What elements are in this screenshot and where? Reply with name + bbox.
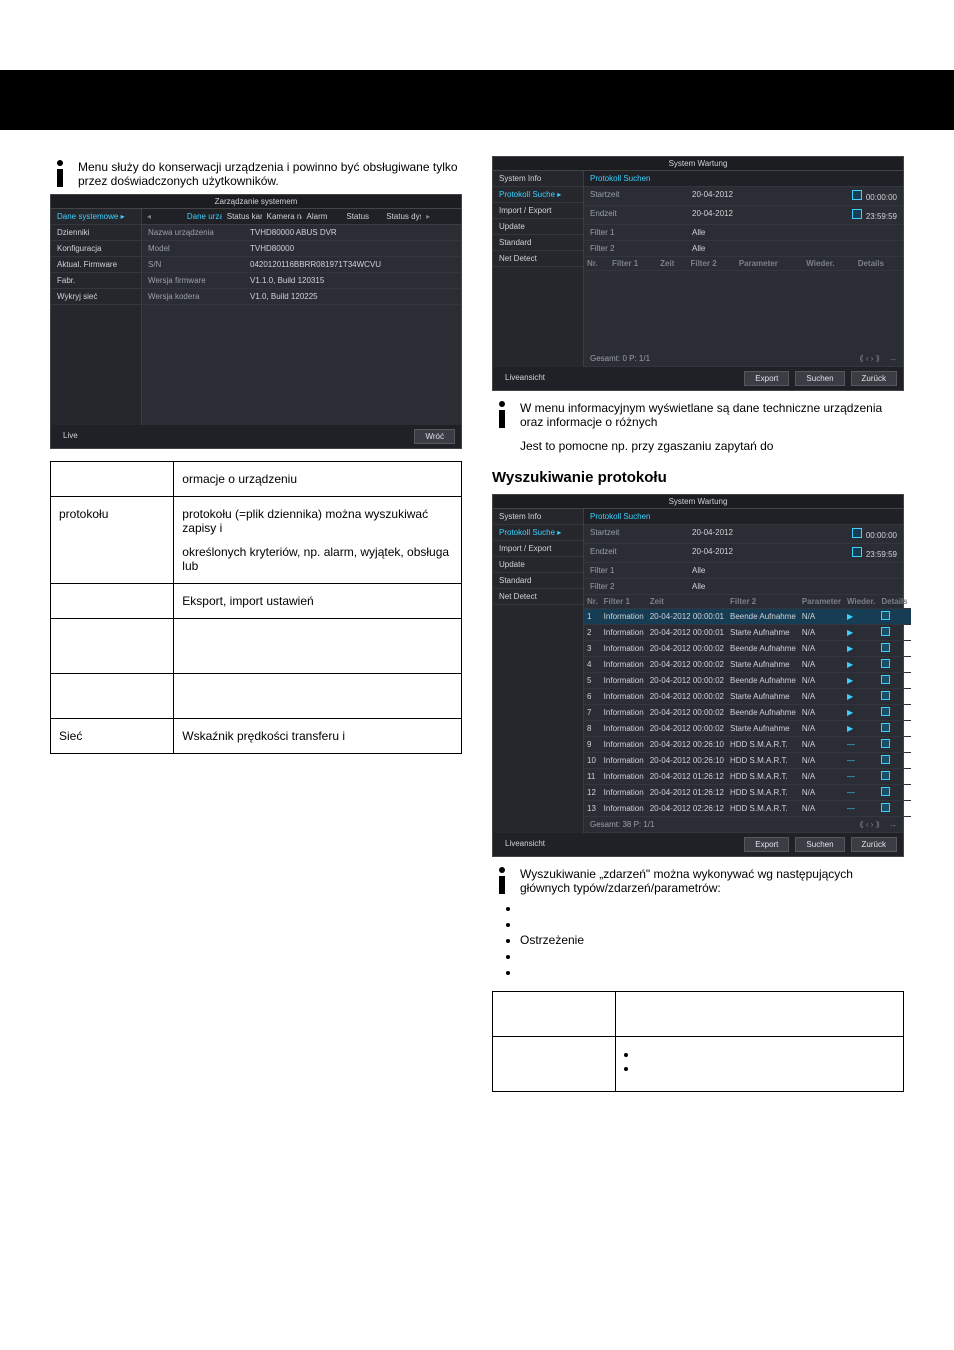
intro-left: Menu służy do konserwacji urządzenia i p… xyxy=(78,160,462,188)
cell-device-info: ormacje o urządzeniu xyxy=(182,472,297,486)
param-cell xyxy=(493,992,616,1037)
param-table xyxy=(492,991,904,1092)
param-cell xyxy=(493,1037,616,1092)
heading-search: Wyszukiwanie protokołu xyxy=(492,469,904,486)
list-item xyxy=(520,917,904,931)
list-item xyxy=(520,949,904,963)
bullet-list: Ostrzeżenie xyxy=(520,901,904,979)
header-blackbar xyxy=(0,70,954,130)
info-icon xyxy=(492,867,512,895)
cell-protokolu-b: określonych kryteriów, np. alarm, wyjąte… xyxy=(182,545,453,573)
intro-search: Wyszukiwanie „zdarzeń" można wykonywać w… xyxy=(520,867,904,895)
param-cell xyxy=(616,1037,904,1092)
list-item xyxy=(520,901,904,915)
cell-protokolu-label: protokołu xyxy=(59,507,108,521)
screenshot-protokoll-empty: System WartungSystem InfoProtokoll Suche… xyxy=(492,156,904,391)
list-item: Ostrzeżenie xyxy=(520,933,904,947)
cell-protokolu-a: protokołu (=plik dziennika) można wyszuk… xyxy=(182,507,453,535)
list-item xyxy=(520,965,904,979)
intro-right-a: W menu informacyjnym wyświetlane są dane… xyxy=(520,401,904,429)
screenshot-system-management: Zarządzanie systememDane systemowe ▸Dzie… xyxy=(50,194,462,449)
screenshot-protokoll-results: System WartungSystem InfoProtokoll Suche… xyxy=(492,494,904,857)
cell-export-import: Eksport, import ustawień xyxy=(182,594,313,608)
info-icon xyxy=(492,401,512,429)
cell-siec-value: Wskaźnik prędkości transferu i xyxy=(182,729,345,743)
info-icon xyxy=(50,160,70,188)
cell-siec-label: Sieć xyxy=(59,729,82,743)
param-cell xyxy=(616,992,904,1037)
menu-table: ormacje o urządzeniu protokołu protokołu… xyxy=(50,461,462,754)
intro-right-b: Jest to pomocne np. przy zgaszaniu zapyt… xyxy=(520,439,904,453)
